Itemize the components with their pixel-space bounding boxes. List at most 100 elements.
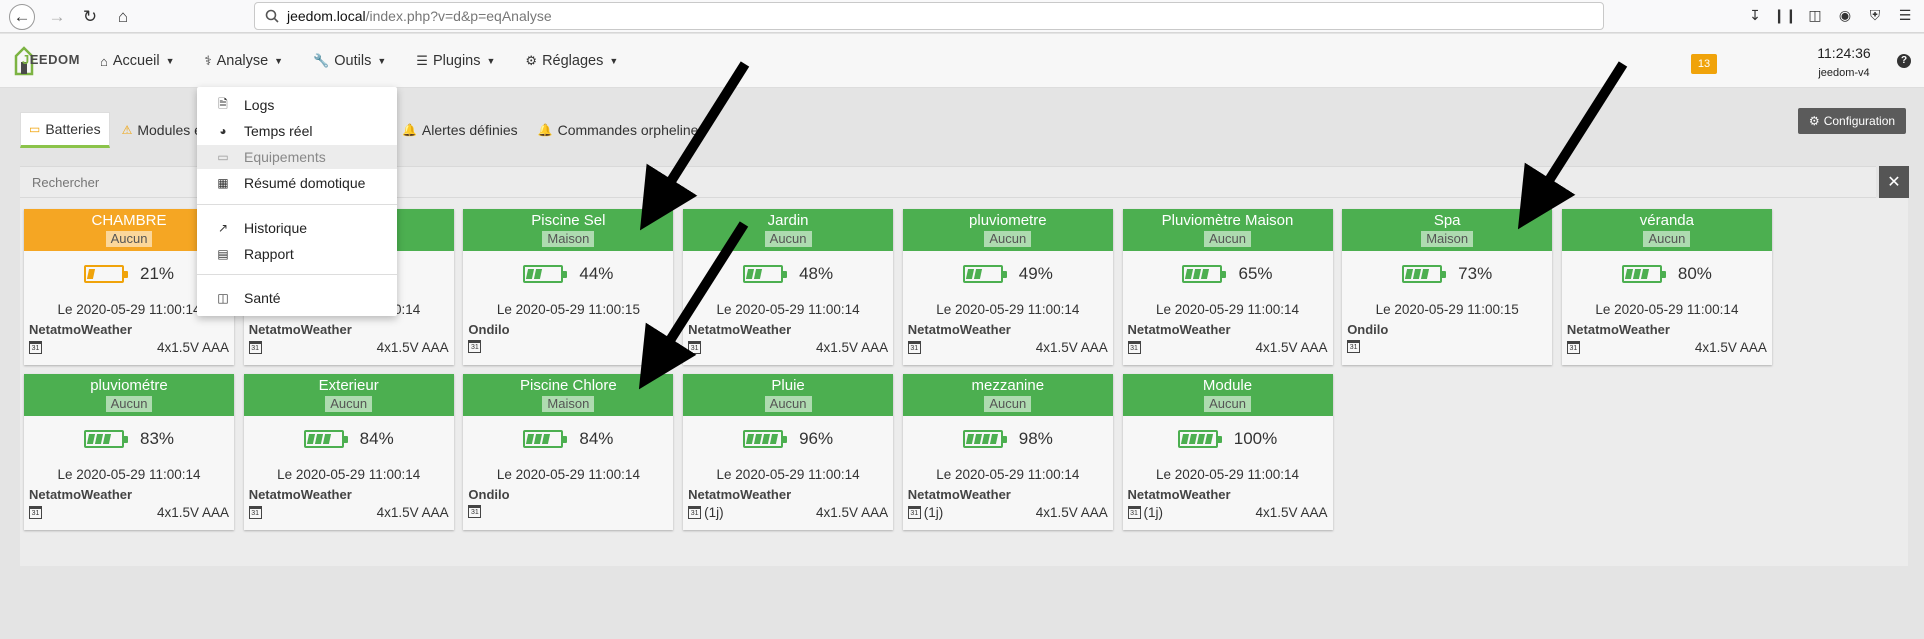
card-footer: 31 4x1.5V AAA [29, 505, 229, 520]
battery-card[interactable]: Piscine Sel Maison 44% Le 2020-05-29 11:00:… [463, 209, 674, 365]
menu-analyse[interactable]: ⚕ Analyse ▼ [205, 53, 284, 69]
menu-reglages[interactable]: ⚙ Réglages ▼ [525, 53, 618, 69]
card-footer: 31 [468, 340, 668, 353]
card-footer: 31 4x1.5V AAA [1127, 340, 1328, 355]
dropdown-item-temps-reel[interactable]: ◕ Temps réel [197, 119, 397, 143]
plugin-name: NetatmoWeather [1127, 322, 1231, 337]
calendar-icon: 31 [468, 340, 484, 353]
plugin-name: Ondilo [468, 487, 510, 502]
equipment-object: Aucun [984, 231, 1032, 247]
last-update: Le 2020-05-29 11:00:14 [1595, 302, 1739, 317]
card-header: mezzanine Aucun [902, 374, 1113, 416]
battery-icon [523, 430, 568, 448]
analyse-dropdown: 🗎 Logs ◕ Temps réel ▭ Equipements ▦ Résumé d… [197, 87, 397, 316]
battery-type: 4x1.5V AAA [1035, 340, 1108, 355]
reload-icon[interactable]: ↻ [77, 4, 103, 30]
last-update: Le 2020-05-29 11:00:14 [1155, 467, 1300, 482]
dropdown-item-historique[interactable]: ↗ Historique [197, 216, 397, 240]
equipment-object: Aucun [105, 396, 153, 412]
equipment-name: pluviométre [90, 377, 168, 394]
dropdown-item-sante[interactable]: ◫ Santé [197, 286, 397, 310]
card-footer: 31 [468, 505, 668, 518]
card-footer: 31 4x1.5V AAA [248, 505, 449, 520]
battery-card[interactable]: pluviométre Aucun 83% Le 2020-05-29 11:00:1… [24, 374, 234, 530]
browser-toolbar: ← → ↻ ⌂ jeedom.local/index.php?v=d&p=eqA… [0, 0, 1924, 33]
battery-card[interactable]: Jardin Aucun 48% Le 2020-05-29 11:00:14 Neta… [683, 209, 894, 365]
help-icon[interactable]: ? [1897, 54, 1911, 68]
configuration-button[interactable]: ⚙ Configuration [1798, 108, 1906, 134]
tab-batteries[interactable]: ▭ Batteries [20, 112, 110, 148]
battery-card[interactable]: Exterieur Aucun 84% Le 2020-05-29 11:00:14 N… [243, 374, 454, 530]
equipment-name: Pluie [771, 377, 805, 394]
dropdown-item-logs[interactable]: 🗎 Logs [197, 93, 397, 117]
sidebar-icon[interactable]: ◫ [1806, 6, 1824, 24]
calendar-icon: 31 [907, 341, 924, 354]
dropdown-item-equipements[interactable]: ▭ Equipements [197, 145, 397, 169]
battery-percent: 84% [579, 429, 614, 448]
last-update: Le 2020-05-29 11:00:14 [936, 302, 1080, 317]
equipment-name: Piscine Chlore [520, 377, 617, 394]
battery-type: 4x1.5V AAA [156, 505, 229, 520]
battery-percent: 96% [799, 429, 834, 448]
calendar-icon: 31 (1j) [1127, 505, 1164, 520]
battery-percent: 80% [1677, 264, 1712, 283]
menu-outils[interactable]: 🔧 Outils ▼ [313, 53, 386, 69]
plugin-name: Ondilo [468, 322, 510, 337]
battery-card[interactable]: Pluviomètre Maison Aucun 65% Le 2020-05-29 … [1122, 209, 1333, 365]
equipment-object: Maison [542, 231, 595, 247]
address-bar[interactable]: jeedom.local/index.php?v=d&p=eqAnalyse [254, 2, 1604, 30]
chart-icon: ↗ [217, 221, 229, 235]
card-header: Piscine Chlore Maison [463, 374, 674, 416]
battery-age: (1j) [1143, 505, 1164, 520]
plugin-name: NetatmoWeather [248, 487, 352, 502]
battery-card[interactable]: Pluie Aucun 96% Le 2020-05-29 11:00:14 Netat… [683, 374, 894, 530]
calendar-icon: 31 [248, 506, 265, 519]
battery-card[interactable]: mezzanine Aucun 98% Le 2020-05-29 11:00:14 N… [902, 374, 1113, 530]
battery-percent: 48% [799, 264, 834, 283]
equipment-object: Aucun [764, 231, 812, 247]
battery-icon [1177, 430, 1222, 448]
battery-level: 48% [683, 264, 893, 284]
shield-icon[interactable]: ⛨ [1866, 6, 1884, 24]
battery-percent: 100% [1233, 429, 1278, 448]
dropdown-item-rapport[interactable]: ▤ Rapport [197, 242, 397, 266]
notification-badge[interactable]: 13 [1691, 54, 1717, 74]
battery-card[interactable]: véranda Aucun 80% Le 2020-05-29 11:00:14 Net… [1561, 209, 1772, 365]
battery-icon [962, 430, 1007, 448]
battery-percent: 49% [1018, 264, 1053, 283]
battery-level: 73% [1342, 264, 1552, 284]
account-icon[interactable]: ◉ [1836, 6, 1854, 24]
battery-icon [303, 430, 348, 448]
plugin-name: Ondilo [1347, 322, 1389, 337]
home-icon[interactable]: ⌂ [110, 4, 136, 30]
battery-card[interactable]: Module Aucun 100% Le 2020-05-29 11:00:14 Net… [1122, 374, 1333, 530]
back-arrow-icon[interactable]: ← [9, 4, 35, 30]
caret-down-icon: ▼ [165, 56, 175, 66]
card-footer: 31 4x1.5V AAA [688, 340, 888, 355]
tab-modules[interactable]: ⚠ Modules e [114, 112, 210, 148]
forward-arrow-icon[interactable]: → [44, 4, 70, 30]
battery-card[interactable]: Spa Maison 73% Le 2020-05-29 11:00:15 Ondilo… [1342, 209, 1553, 365]
tab-commandes-orphelines[interactable]: 🔔 Commandes orphelines [530, 112, 714, 148]
battery-card[interactable]: Piscine Chlore Maison 84% Le 2020-05-29 11:… [463, 374, 674, 530]
caret-down-icon: ▼ [486, 56, 496, 66]
dropdown-divider [197, 204, 397, 205]
tab-alertes[interactable]: 🔔 Alertes définies [394, 112, 526, 148]
grid-icon: ▦ [217, 176, 229, 190]
last-update: Le 2020-05-29 11:00:15 [496, 302, 640, 317]
plugin-name: NetatmoWeather [248, 322, 352, 337]
hamburger-menu-icon[interactable]: ☰ [1896, 6, 1914, 24]
menu-plugins[interactable]: ☰ Plugins ▼ [416, 53, 495, 69]
battery-percent: 84% [359, 429, 394, 448]
library-icon[interactable]: ❙❙ [1773, 6, 1796, 24]
equipment-object: Aucun [325, 396, 373, 412]
clear-search-button[interactable]: ✕ [1879, 166, 1909, 198]
equipment-name: Jardin [767, 212, 809, 229]
logo-text: JEEDOM [22, 52, 80, 67]
battery-icon [83, 430, 128, 448]
download-icon[interactable]: ↧ [1746, 6, 1764, 24]
battery-card[interactable]: pluviometre Aucun 49% Le 2020-05-29 11:00:1… [902, 209, 1113, 365]
calendar-icon: 31 [29, 341, 45, 354]
dropdown-item-resume-domotique[interactable]: ▦ Résumé domotique [197, 171, 397, 195]
menu-accueil[interactable]: ⌂ Accueil ▼ [100, 53, 175, 69]
